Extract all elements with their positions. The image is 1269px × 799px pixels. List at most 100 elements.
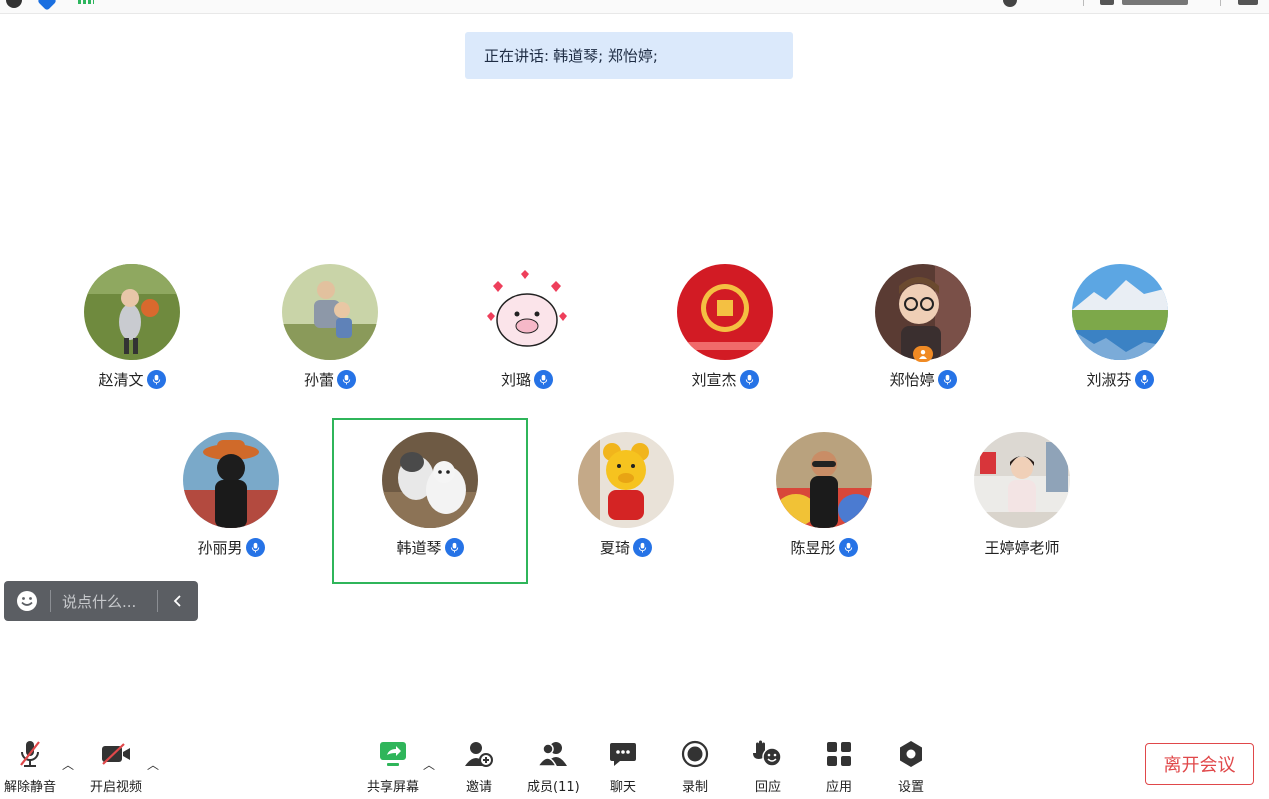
mic-muted-icon xyxy=(17,738,43,770)
chat-input[interactable]: 说点什么... xyxy=(51,591,157,612)
avatar-kid-sunglasses-image xyxy=(776,432,872,528)
settings-button[interactable]: 设置 xyxy=(897,738,925,795)
chevron-up-icon[interactable]: ︿ xyxy=(147,756,159,773)
avatar xyxy=(677,264,773,360)
mic-icon xyxy=(838,538,858,557)
participant-name: 陈昱彤 xyxy=(790,539,836,557)
apps-grid-icon xyxy=(825,738,853,770)
participant-tile[interactable]: 刘宣杰 xyxy=(627,250,823,416)
participant-name: 夏琦 xyxy=(599,539,630,557)
avatar xyxy=(282,264,378,360)
record-button[interactable]: 录制 xyxy=(681,738,709,795)
speaking-banner: 正在讲话: 韩道琴; 郑怡婷; xyxy=(465,32,793,79)
chat-button[interactable]: 聊天 xyxy=(609,738,637,795)
security-shield-icon[interactable] xyxy=(37,0,57,11)
avatar-mountain-lake-image xyxy=(1072,264,1168,360)
participant-tile[interactable]: 陈昱彤 xyxy=(726,418,922,584)
avatar-teacher-image xyxy=(974,432,1070,528)
participant-name: 刘淑芬 xyxy=(1086,371,1132,389)
members-icon xyxy=(537,738,569,770)
participant-tile[interactable]: 刘淑芬 xyxy=(1022,250,1218,416)
mic-speaking-icon xyxy=(937,370,957,389)
participant-name: 王婷婷老师 xyxy=(984,539,1060,557)
record-label: 录制 xyxy=(681,780,708,795)
raise-hand-emoji-icon xyxy=(753,738,783,770)
avatar xyxy=(183,432,279,528)
mic-icon xyxy=(337,370,356,389)
chat-label: 聊天 xyxy=(609,780,636,795)
mic-icon xyxy=(739,370,759,389)
chat-input-bar[interactable]: 说点什么... xyxy=(4,581,198,621)
avatar xyxy=(578,432,674,528)
mic-icon xyxy=(633,538,652,557)
avatar xyxy=(382,432,478,528)
avatar xyxy=(776,432,872,528)
unmute-label: 解除静音 xyxy=(4,780,57,795)
layout-icon[interactable] xyxy=(1100,0,1114,5)
host-icon xyxy=(913,346,933,362)
video-off-icon xyxy=(100,738,132,770)
avatar-yellow-bear-image xyxy=(578,432,674,528)
participant-name: 刘宣杰 xyxy=(691,371,737,389)
reactions-label: 回应 xyxy=(754,780,781,795)
participant-tile[interactable]: 孙丽男 xyxy=(133,418,329,584)
participant-name: 孙蕾 xyxy=(303,371,334,389)
share-screen-label: 共享屏幕 xyxy=(367,780,420,795)
speaking-label: 正在讲话: xyxy=(484,47,550,65)
participant-tile-active-speaker[interactable]: 韩道琴 xyxy=(332,418,528,584)
avatar xyxy=(974,432,1070,528)
participant-tile[interactable]: 孙蕾 xyxy=(232,250,428,416)
record-icon xyxy=(681,738,709,770)
avatar xyxy=(479,264,575,360)
avatar-father-child-image xyxy=(282,264,378,360)
participant-tile[interactable]: 郑怡婷 xyxy=(825,250,1021,416)
participant-tile[interactable]: 刘璐 xyxy=(429,250,625,416)
avatar-two-cats-image xyxy=(382,432,478,528)
avatar-child-hat-image xyxy=(183,432,279,528)
participant-name: 韩道琴 xyxy=(396,539,442,557)
info-icon[interactable] xyxy=(6,0,22,8)
avatar-red-emblem-image xyxy=(677,264,773,360)
chevron-left-icon[interactable] xyxy=(158,595,198,607)
smiley-icon[interactable] xyxy=(4,590,50,612)
mic-icon xyxy=(245,538,265,557)
members-label: 成员(11) xyxy=(527,780,580,795)
top-bar xyxy=(0,0,1269,14)
mic-icon xyxy=(1134,370,1154,389)
divider xyxy=(1083,0,1084,6)
meeting-window: 正在讲话: 韩道琴; 郑怡婷; 赵清文 孙蕾 刘璐 刘宣杰 郑怡婷 刘淑芬 孙丽… xyxy=(0,0,1269,799)
unmute-button[interactable]: 解除静音 xyxy=(4,738,56,795)
invite-button[interactable]: 邀请 xyxy=(464,738,494,795)
mic-speaking-icon xyxy=(444,538,464,557)
chat-bubble-icon xyxy=(609,738,637,770)
timer-icon xyxy=(1003,0,1017,7)
participant-name: 刘璐 xyxy=(500,371,531,389)
start-video-button[interactable]: 开启视频 xyxy=(90,738,142,795)
participant-tile[interactable]: 赵清文 xyxy=(34,250,230,416)
leave-meeting-button[interactable]: 离开会议 xyxy=(1145,743,1254,785)
share-screen-icon xyxy=(378,738,408,770)
apps-label: 应用 xyxy=(825,780,852,795)
apps-button[interactable]: 应用 xyxy=(825,738,853,795)
gear-icon xyxy=(897,738,925,770)
participant-name: 孙丽男 xyxy=(197,539,243,557)
speaking-names: 韩道琴; 郑怡婷; xyxy=(553,47,658,65)
avatar xyxy=(84,264,180,360)
share-screen-button[interactable]: 共享屏幕 xyxy=(367,738,419,795)
members-button[interactable]: 成员(11) xyxy=(527,738,580,795)
settings-label: 设置 xyxy=(897,780,924,795)
add-user-icon xyxy=(464,738,494,770)
avatar xyxy=(1072,264,1168,360)
fullscreen-icon[interactable] xyxy=(1238,0,1258,5)
layout-label[interactable] xyxy=(1122,0,1188,5)
reactions-button[interactable]: 回应 xyxy=(753,738,783,795)
chevron-up-icon[interactable]: ︿ xyxy=(62,756,74,773)
chevron-up-icon[interactable]: ︿ xyxy=(423,756,435,773)
participant-tile[interactable]: 王婷婷老师 xyxy=(924,418,1120,584)
participant-name: 赵清文 xyxy=(98,371,144,389)
participant-tile[interactable]: 夏琦 xyxy=(528,418,724,584)
signal-icon[interactable] xyxy=(78,0,94,4)
divider xyxy=(1220,0,1221,6)
mic-icon xyxy=(534,370,553,389)
mic-icon xyxy=(146,370,166,389)
